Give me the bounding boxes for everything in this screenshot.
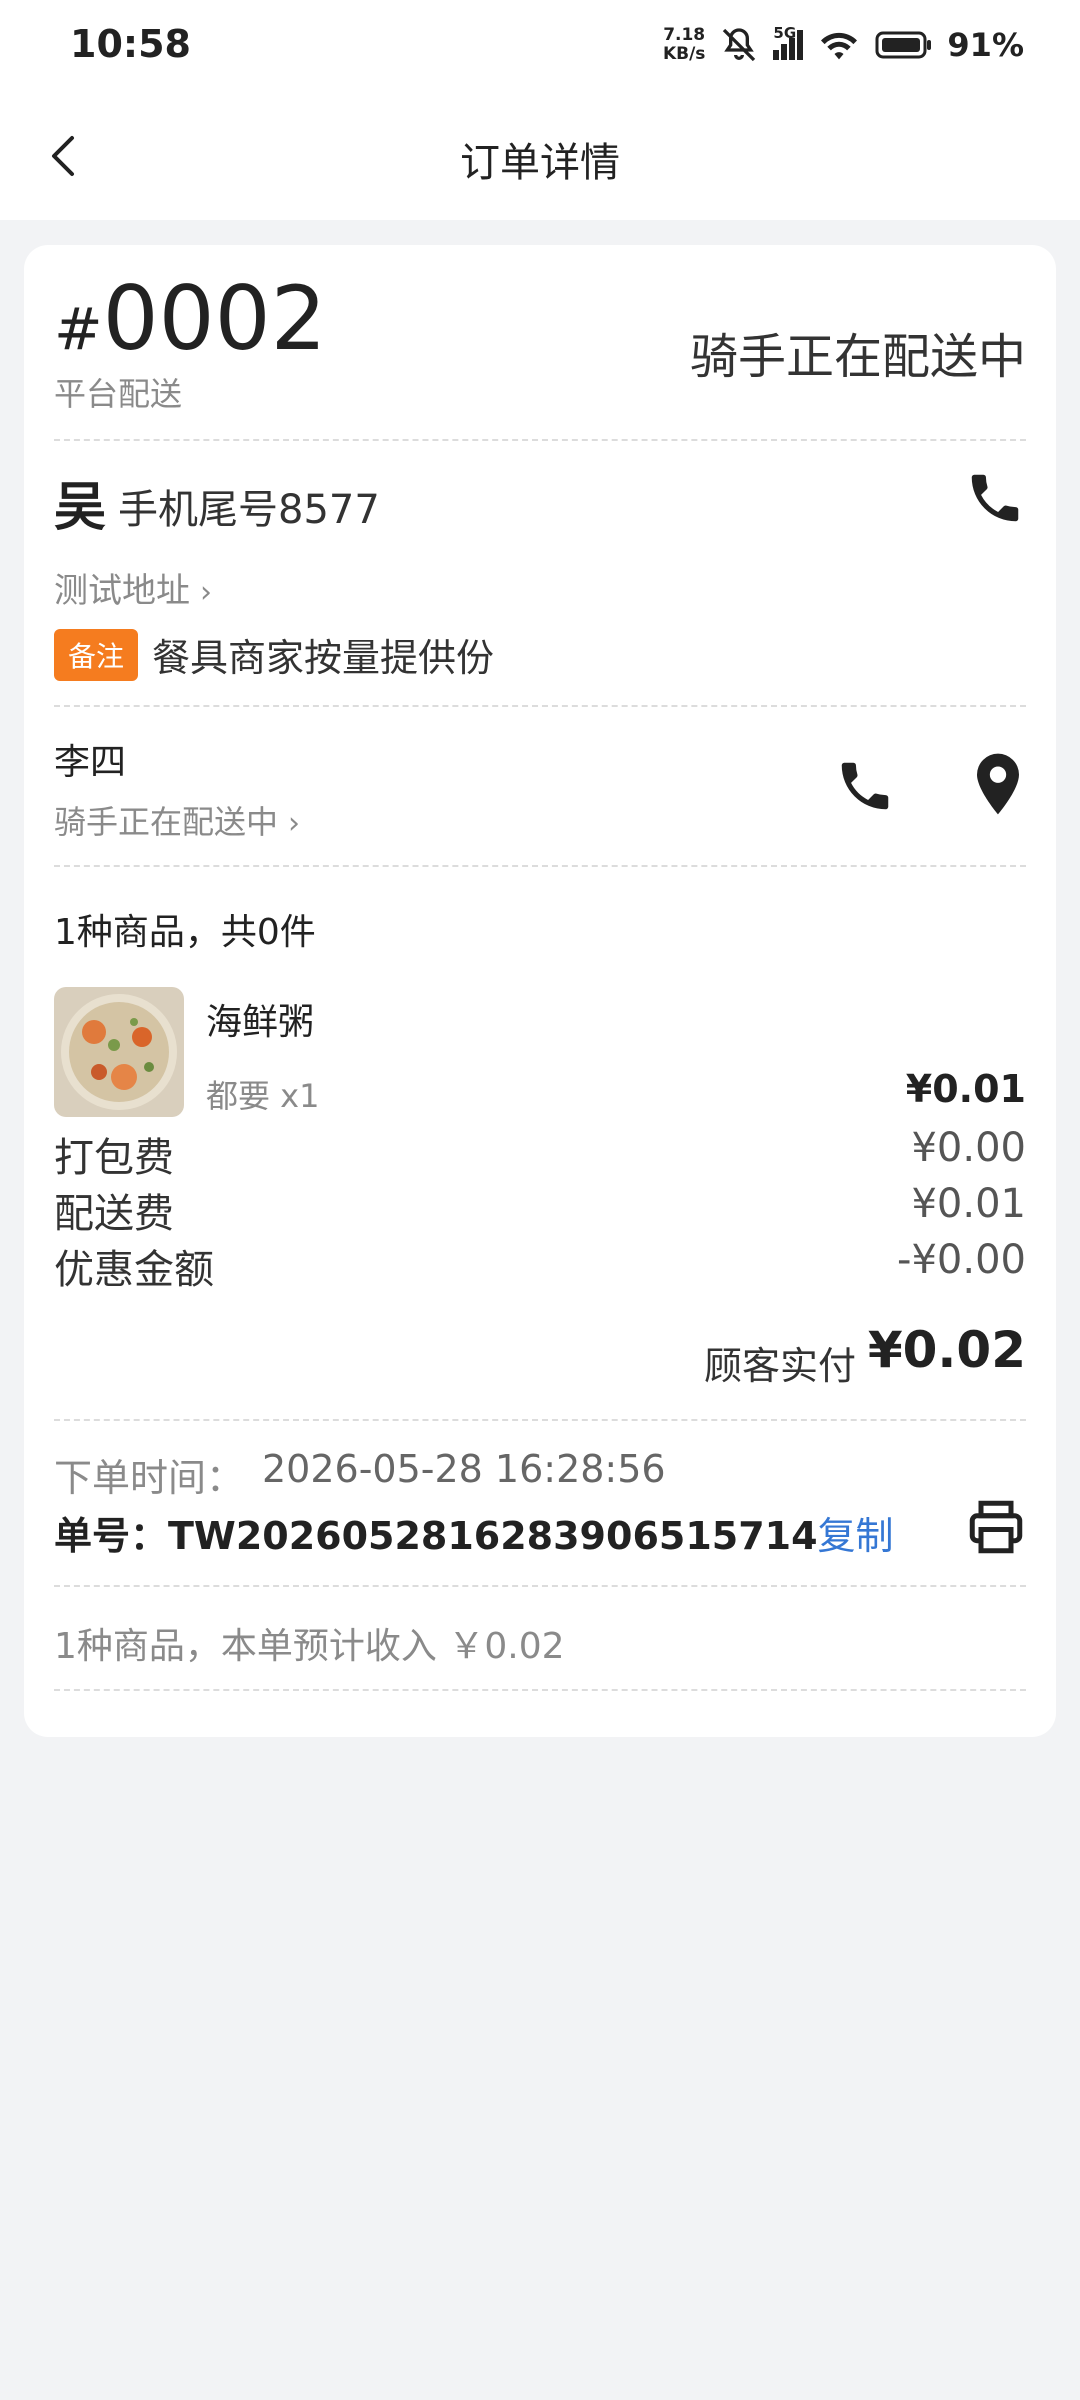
net-speed: 7.18 KB/s <box>662 25 706 64</box>
divider <box>54 439 1026 441</box>
fee-label: 配送费 <box>54 1191 174 1237</box>
signal-icon: 5G <box>773 24 804 60</box>
divider <box>54 1585 1026 1587</box>
fee-label: 打包费 <box>54 1135 174 1181</box>
estimated-income: 1种商品，本单预计收入 ￥0.02 <box>54 1626 565 1667</box>
location-icon <box>977 753 1019 815</box>
item-price: ¥0.01 <box>905 1067 1026 1111</box>
item-name: 海鲜粥 <box>206 1002 315 1043</box>
battery-percent: 91% <box>947 26 1024 64</box>
order-time-label: 下单时间： <box>54 1456 245 1500</box>
customer-address-link[interactable]: 测试地址 › <box>54 563 212 612</box>
paid-value: ¥0.02 <box>867 1321 1026 1379</box>
chevron-right-icon: › <box>288 806 301 841</box>
wifi-icon <box>821 32 858 60</box>
item-image <box>54 987 184 1117</box>
order-card: #0002 平台配送 骑手正在配送中 吴 手机尾号8577 测试地址 › 备注 餐… <box>24 245 1056 1737</box>
item-spec: 都要 x1 <box>206 1077 320 1115</box>
order-number-row: 单号：TW20260528162839065157​14复制 <box>54 1505 894 1560</box>
printer-icon <box>969 1500 1023 1554</box>
divider <box>54 705 1026 707</box>
rider-status: 骑手正在配送中 <box>54 803 279 841</box>
paid-label: 顾客实付 <box>703 1344 856 1388</box>
order-status: 骑手正在配送中 <box>689 329 1026 385</box>
divider <box>54 1689 1026 1691</box>
phone-icon <box>841 762 889 810</box>
fee-value: ¥0.00 <box>911 1125 1026 1171</box>
goods-summary: 1种商品，共0件 <box>54 912 316 953</box>
copy-button[interactable]: 复制 <box>818 1514 894 1558</box>
phone-icon <box>971 474 1019 522</box>
order-number-display: #0002 <box>54 267 327 370</box>
divider <box>54 865 1026 867</box>
header: 订单详情 <box>0 92 1080 220</box>
customer-phone-tail: 手机尾号8577 <box>118 487 380 533</box>
divider <box>54 1419 1026 1421</box>
fee-value: -¥0.00 <box>897 1237 1026 1283</box>
fee-value: ¥0.01 <box>911 1181 1026 1227</box>
customer-surname: 吴 <box>54 478 107 538</box>
rider-name: 李四 <box>54 742 127 783</box>
rider-location-button[interactable] <box>970 751 1026 817</box>
status-time: 10:58 <box>70 22 191 66</box>
status-icons: 7.18 KB/s 5G 91% <box>663 20 1024 70</box>
call-customer-button[interactable] <box>964 467 1026 529</box>
customer-address: 测试地址 <box>54 571 190 611</box>
status-bar: 10:58 7.18 KB/s 5G 91% <box>0 0 1080 92</box>
order-number: 单号：TW20260528162839065157​14 <box>54 1514 818 1558</box>
remark-badge: 备注 <box>54 629 139 681</box>
fee-label: 优惠金额 <box>54 1247 214 1293</box>
chevron-right-icon: › <box>200 575 212 610</box>
order-time-value: 2026-05-28 16:28:56 <box>262 1447 666 1491</box>
delivery-type: 平台配送 <box>54 375 183 413</box>
page-title: 订单详情 <box>460 140 620 186</box>
remark-text: 餐具商家按量提供份 <box>152 636 495 680</box>
print-button[interactable] <box>966 1497 1026 1557</box>
rider-status-link[interactable]: 骑手正在配送中 › <box>54 797 300 843</box>
call-rider-button[interactable] <box>834 755 896 817</box>
mute-icon <box>723 28 756 62</box>
battery-icon <box>875 31 932 59</box>
